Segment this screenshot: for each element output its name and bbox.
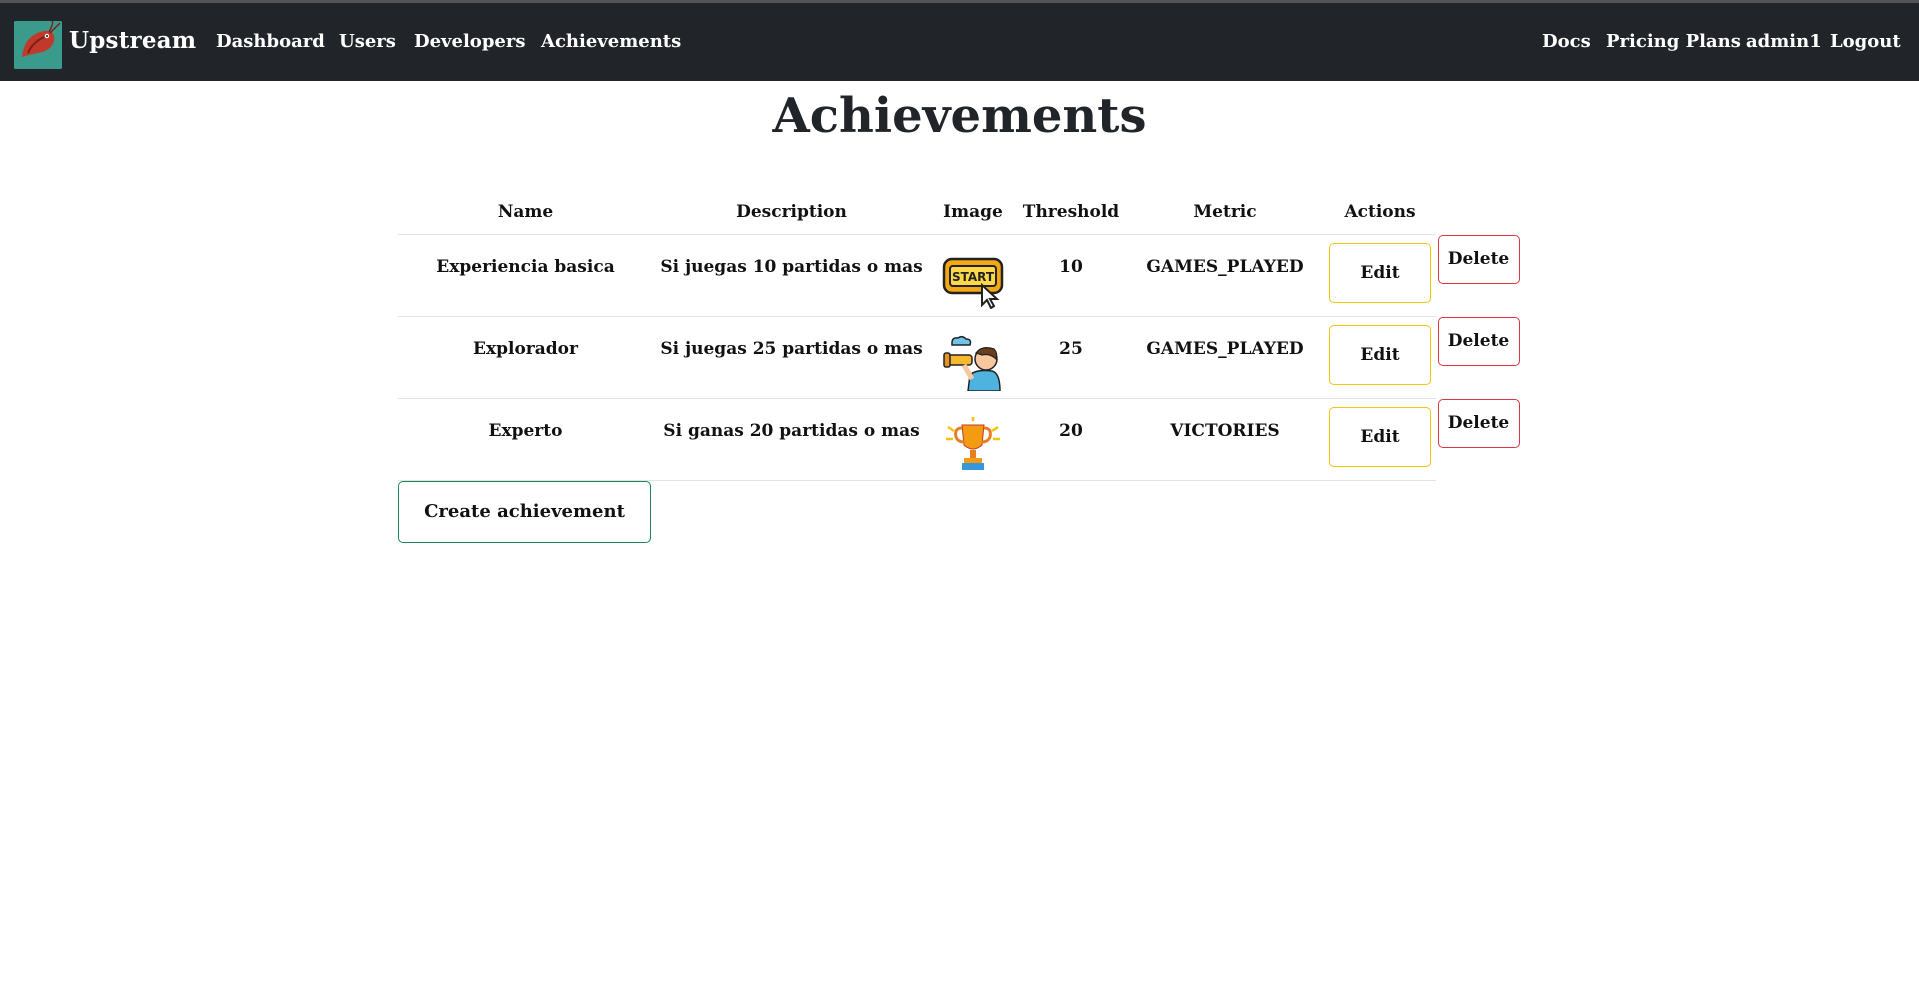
cell-actions: Edit xyxy=(1324,234,1436,317)
trophy-icon xyxy=(946,417,1000,470)
table-row: Experto Si ganas 20 partidas o mas 20 VI… xyxy=(398,398,1521,481)
top-navbar: Upstream Dashboard Users Developers Achi… xyxy=(0,0,1919,81)
cell-delete: Delete xyxy=(1436,316,1521,399)
delete-button[interactable]: Delete xyxy=(1437,234,1520,284)
cell-name: Explorador xyxy=(398,316,653,399)
cell-description: Si juegas 10 partidas o mas xyxy=(653,234,930,317)
cell-image xyxy=(930,316,1016,399)
cell-description: Si ganas 20 partidas o mas xyxy=(653,398,930,481)
nav-logout[interactable]: Logout xyxy=(1830,31,1901,52)
cell-metric: VICTORIES xyxy=(1126,398,1324,481)
table-row: Explorador Si juegas 25 partidas o mas 2… xyxy=(398,316,1521,399)
cell-name: Experto xyxy=(398,398,653,481)
header-name: Name xyxy=(398,190,653,235)
edit-button[interactable]: Edit xyxy=(1329,243,1431,303)
explorer-binoculars-icon xyxy=(943,335,1001,391)
brand-logo[interactable] xyxy=(14,21,62,69)
cell-threshold: 20 xyxy=(1016,398,1126,481)
cell-metric: GAMES_PLAYED xyxy=(1126,234,1324,317)
nav-pricing-plans[interactable]: Pricing Plans xyxy=(1606,31,1741,52)
cell-threshold: 10 xyxy=(1016,234,1126,317)
page-title: Achievements xyxy=(772,88,1147,144)
svg-text:START: START xyxy=(952,270,995,284)
cell-image xyxy=(930,398,1016,481)
nav-achievements[interactable]: Achievements xyxy=(541,31,681,52)
delete-button[interactable]: Delete xyxy=(1437,398,1520,448)
table-row: Experiencia basica Si juegas 10 partidas… xyxy=(398,234,1521,317)
edit-button[interactable]: Edit xyxy=(1329,325,1431,385)
start-button-icon: START xyxy=(942,257,1004,309)
achievements-table: Name Description Image Threshold Metric … xyxy=(398,190,1521,481)
nav-developers[interactable]: Developers xyxy=(414,31,525,52)
table-header-row: Name Description Image Threshold Metric … xyxy=(398,190,1521,235)
cell-image: START xyxy=(930,234,1016,317)
cell-delete: Delete xyxy=(1436,398,1521,481)
cell-delete: Delete xyxy=(1436,234,1521,317)
nav-docs[interactable]: Docs xyxy=(1542,31,1591,52)
create-achievement-button[interactable]: Create achievement xyxy=(398,481,651,543)
cell-actions: Edit xyxy=(1324,316,1436,399)
header-threshold: Threshold xyxy=(1016,190,1126,235)
cell-threshold: 25 xyxy=(1016,316,1126,399)
cell-description: Si juegas 25 partidas o mas xyxy=(653,316,930,399)
cell-actions: Edit xyxy=(1324,398,1436,481)
cell-metric: GAMES_PLAYED xyxy=(1126,316,1324,399)
nav-dashboard[interactable]: Dashboard xyxy=(216,31,325,52)
header-description: Description xyxy=(653,190,930,235)
edit-button[interactable]: Edit xyxy=(1329,407,1431,467)
delete-button[interactable]: Delete xyxy=(1437,316,1520,366)
nav-user-admin1[interactable]: admin1 xyxy=(1746,31,1822,52)
header-spacer xyxy=(1436,190,1521,235)
header-image: Image xyxy=(930,190,1016,235)
brand-name[interactable]: Upstream xyxy=(69,27,196,54)
header-actions: Actions xyxy=(1324,190,1436,235)
nav-users[interactable]: Users xyxy=(339,31,396,52)
cell-name: Experiencia basica xyxy=(398,234,653,317)
shrimp-logo-icon xyxy=(14,21,62,69)
header-metric: Metric xyxy=(1126,190,1324,235)
